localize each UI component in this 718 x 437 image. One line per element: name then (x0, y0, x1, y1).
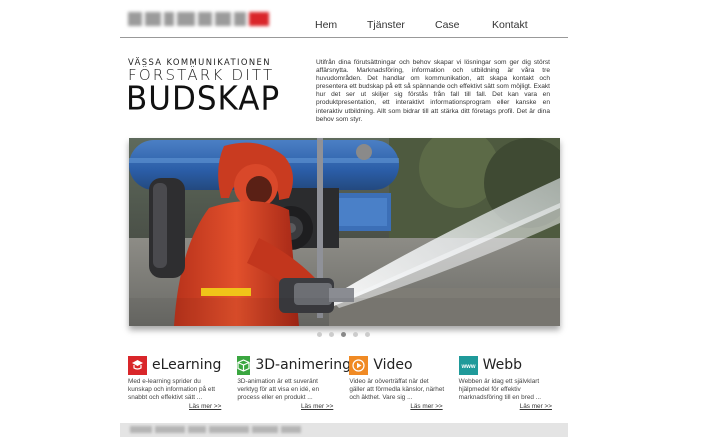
feature-title[interactable]: 3D-animering (255, 357, 351, 373)
play-icon (349, 355, 369, 375)
slider-dot[interactable] (365, 332, 370, 337)
firefighter-photo (129, 138, 560, 326)
logo-blurred-wordmark (128, 8, 278, 30)
feature-header: www Webb (458, 355, 568, 375)
cube-icon (237, 355, 251, 375)
read-more-link[interactable]: Läs mer >> (301, 403, 333, 410)
feature-title[interactable]: Video (373, 357, 412, 373)
slider-dot-active[interactable] (341, 332, 346, 337)
slider-dot[interactable] (329, 332, 334, 337)
feature-video[interactable]: Video Video är oöverträffat när det gäll… (349, 355, 458, 410)
read-more-link[interactable]: Läs mer >> (189, 403, 221, 410)
nav-item-case[interactable]: Case (435, 19, 492, 31)
feature-elearning[interactable]: eLearning Med e-learning sprider du kuns… (128, 355, 237, 410)
features-row: eLearning Med e-learning sprider du kuns… (128, 355, 568, 410)
feature-text: Webben är idag ett självklart hjälpmedel… (458, 378, 542, 401)
feature-text: 3D-animation är ett suveränt verktyg för… (237, 378, 320, 401)
feature-title[interactable]: eLearning (152, 357, 221, 373)
feature-text: Video är oöverträffat när det gäller att… (349, 378, 445, 401)
hero-image (129, 138, 560, 326)
svg-text:www: www (461, 364, 476, 370)
read-more-link[interactable]: Läs mer >> (520, 403, 552, 410)
page: Hem Tjänster Case Kontakt VÄSSA KOMMUNIK… (120, 0, 568, 437)
feature-header: 3D-animering (237, 355, 351, 375)
feature-header: Video (349, 355, 458, 375)
main-nav: Hem Tjänster Case Kontakt (315, 19, 528, 31)
feature-text: Med e-learning sprider du kunskap och in… (128, 378, 216, 401)
slider-dot[interactable] (353, 332, 358, 337)
hero-headline-line2: BUDSKAP (126, 80, 281, 118)
slider-dots (317, 332, 370, 337)
feature-title[interactable]: Webb (483, 357, 522, 373)
elearning-icon (128, 355, 147, 375)
footer-bar (120, 423, 568, 437)
nav-item-hem[interactable]: Hem (315, 19, 367, 31)
nav-item-tjanster[interactable]: Tjänster (367, 19, 435, 31)
www-icon: www (458, 355, 478, 375)
intro-text: Utifrån dina förutsättningar och behov s… (316, 59, 550, 123)
feature-3d-animering[interactable]: 3D-animering 3D-animation är ett suverän… (237, 355, 351, 410)
read-more-link[interactable]: Läs mer >> (410, 403, 442, 410)
logo[interactable] (128, 8, 278, 30)
feature-webb[interactable]: www Webb Webben är idag ett självklart h… (458, 355, 568, 410)
slider-dot[interactable] (317, 332, 322, 337)
footer-blurred-text (130, 426, 301, 433)
header-divider (120, 37, 568, 38)
feature-header: eLearning (128, 355, 237, 375)
nav-item-kontakt[interactable]: Kontakt (492, 19, 528, 31)
